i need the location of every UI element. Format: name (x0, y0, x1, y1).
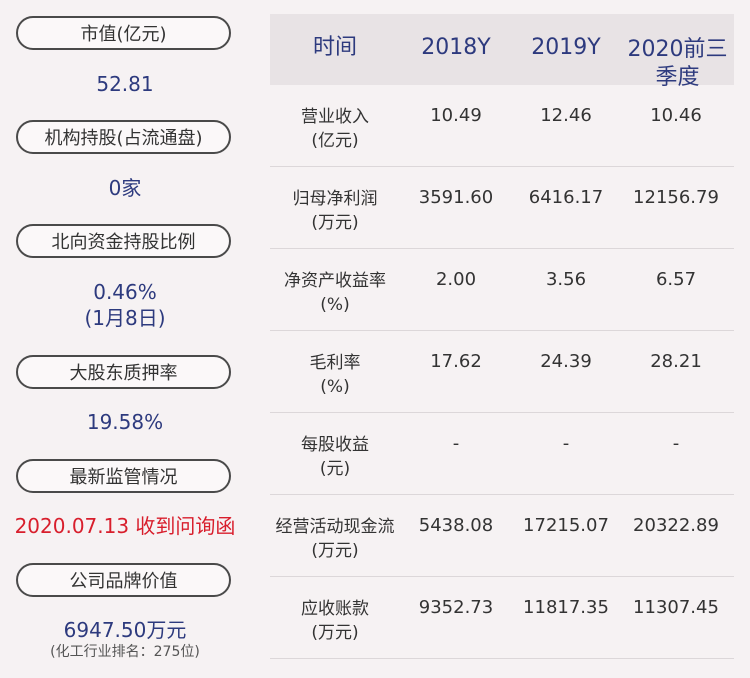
cell-2019: 12.46 (540, 105, 592, 126)
cell-2020: 10.46 (650, 105, 702, 126)
pledge-rate-value: 19.58% (86, 410, 164, 434)
table-row: 每股收益 (元) - - - (270, 413, 734, 495)
cell-2018: 9352.73 (418, 597, 494, 618)
cell-2020: 11307.45 (633, 597, 719, 618)
institutional-holdings-label: 机构持股(占流通盘) (16, 120, 231, 154)
header-2020q3: 2020前三季度 (627, 37, 728, 90)
market-cap-label: 市值(亿元) (16, 16, 231, 50)
cell-2020: 20322.89 (633, 515, 719, 536)
brand-value-rank: (化工行业排名：275位) (50, 644, 200, 660)
row-label: 经营活动现金流 (万元) (275, 517, 395, 561)
row-label: 每股收益 (元) (301, 435, 369, 479)
cell-2020: 6.57 (655, 269, 697, 290)
row-label: 净资产收益率 (%) (284, 271, 386, 315)
northbound-ratio-label: 北向资金持股比例 (16, 224, 231, 258)
cell-2019: 24.39 (540, 351, 592, 372)
market-cap-value: 52.81 (96, 72, 154, 96)
regulatory-status-value: 2020.07.13 收到问询函 (14, 514, 236, 538)
cell-2018: - (452, 433, 460, 454)
left-panel: 市值(亿元) 52.81 机构持股(占流通盘) 0家 北向资金持股比例 0.46… (0, 0, 250, 678)
cell-2019: - (562, 433, 570, 454)
regulatory-status-label: 最新监管情况 (16, 459, 231, 493)
table-row: 归母净利润 (万元) 3591.60 6416.17 12156.79 (270, 167, 734, 249)
cell-2018: 2.00 (435, 269, 477, 290)
cell-2018: 10.49 (430, 105, 482, 126)
institutional-holdings-value: 0家 (108, 176, 142, 200)
cell-2020: 12156.79 (633, 187, 719, 208)
header-time: 时间 (312, 35, 357, 60)
cell-2020: 28.21 (650, 351, 702, 372)
row-label: 营业收入 (亿元) (301, 107, 369, 151)
cell-2019: 17215.07 (523, 515, 609, 536)
cell-2020: - (672, 433, 680, 454)
northbound-ratio-value: 0.46% (93, 280, 157, 304)
cell-2018: 5438.08 (418, 515, 494, 536)
table-row: 净资产收益率 (%) 2.00 3.56 6.57 (270, 249, 734, 331)
brand-value-value: 6947.50万元 (63, 618, 187, 642)
cell-2018: 3591.60 (418, 187, 494, 208)
cell-2018: 17.62 (430, 351, 482, 372)
brand-value-label: 公司品牌价值 (16, 563, 231, 597)
table-header: 时间 2018Y 2019Y 2020前三季度 (270, 14, 734, 90)
table-row: 毛利率 (%) 17.62 24.39 28.21 (270, 331, 734, 413)
table-row: 营业收入 (亿元) 10.49 12.46 10.46 (270, 85, 734, 167)
row-label: 归母净利润 (万元) (292, 189, 378, 233)
pledge-rate-label: 大股东质押率 (16, 355, 231, 389)
northbound-ratio-date: (1月8日) (84, 306, 166, 330)
cell-2019: 6416.17 (528, 187, 604, 208)
header-2018: 2018Y (421, 35, 491, 60)
financials-table: 时间 2018Y 2019Y 2020前三季度 营业收入 (亿元) 10.49 1… (270, 14, 734, 659)
row-label: 应收账款 (万元) (301, 599, 369, 643)
row-label: 毛利率 (%) (309, 353, 361, 397)
table-row: 应收账款 (万元) 9352.73 11817.35 11307.45 (270, 577, 734, 659)
cell-2019: 3.56 (545, 269, 587, 290)
header-2019: 2019Y (531, 35, 601, 60)
cell-2019: 11817.35 (523, 597, 609, 618)
table-row: 经营活动现金流 (万元) 5438.08 17215.07 20322.89 (270, 495, 734, 577)
